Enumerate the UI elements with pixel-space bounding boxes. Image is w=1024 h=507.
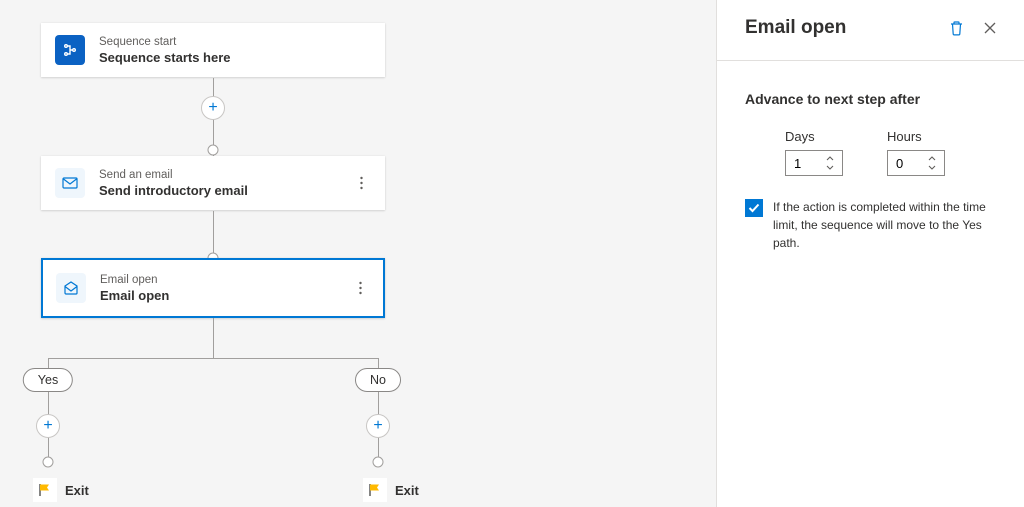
- email-icon: [55, 168, 85, 198]
- sequence-start-icon: [55, 35, 85, 65]
- days-label: Days: [785, 129, 843, 144]
- advance-section-label: Advance to next step after: [745, 91, 996, 107]
- days-input[interactable]: [786, 156, 822, 171]
- node-sequence-start[interactable]: Sequence start Sequence starts here: [41, 23, 385, 77]
- exit-label: Exit: [65, 483, 89, 498]
- branch-no-pill[interactable]: No: [355, 368, 401, 392]
- exit-no[interactable]: Exit: [363, 478, 419, 502]
- days-decrement[interactable]: [822, 164, 838, 172]
- node-send-email[interactable]: Send an email Send introductory email: [41, 156, 385, 210]
- node-title: Sequence starts here: [99, 50, 231, 65]
- connector: [213, 211, 214, 258]
- node-title: Email open: [100, 288, 169, 303]
- node-menu-button[interactable]: [351, 171, 371, 195]
- days-spinner[interactable]: [785, 150, 843, 176]
- yes-path-hint: If the action is completed within the ti…: [773, 198, 996, 252]
- node-subtitle: Send an email: [99, 169, 248, 181]
- exit-yes[interactable]: Exit: [33, 478, 89, 502]
- hours-spinner[interactable]: [887, 150, 945, 176]
- hours-input[interactable]: [888, 156, 924, 171]
- node-subtitle: Email open: [100, 274, 169, 286]
- hours-decrement[interactable]: [924, 164, 940, 172]
- add-step-button[interactable]: +: [201, 96, 225, 120]
- exit-label: Exit: [395, 483, 419, 498]
- hours-increment[interactable]: [924, 155, 940, 163]
- node-subtitle: Sequence start: [99, 36, 231, 48]
- flow-canvas: Sequence start Sequence starts here + Se…: [0, 0, 716, 507]
- yes-path-checkbox[interactable]: [745, 199, 763, 217]
- close-button[interactable]: [976, 14, 1004, 42]
- branch-yes-pill[interactable]: Yes: [23, 368, 73, 392]
- properties-panel: Email open Advance to next step after Da…: [716, 0, 1024, 507]
- node-email-open[interactable]: Email open Email open: [41, 258, 385, 318]
- node-menu-button[interactable]: [350, 276, 370, 300]
- connector-port: [373, 457, 384, 468]
- connector-port: [43, 457, 54, 468]
- add-step-button-no[interactable]: +: [366, 414, 390, 438]
- hours-label: Hours: [887, 129, 945, 144]
- delete-button[interactable]: [942, 14, 970, 42]
- email-open-icon: [56, 273, 86, 303]
- connector-port: [208, 145, 219, 156]
- connector: [213, 318, 214, 358]
- panel-title: Email open: [745, 17, 936, 39]
- flag-icon: [363, 478, 387, 502]
- panel-header: Email open: [717, 0, 1024, 61]
- node-title: Send introductory email: [99, 183, 248, 198]
- days-increment[interactable]: [822, 155, 838, 163]
- flag-icon: [33, 478, 57, 502]
- add-step-button-yes[interactable]: +: [36, 414, 60, 438]
- connector: [48, 358, 378, 359]
